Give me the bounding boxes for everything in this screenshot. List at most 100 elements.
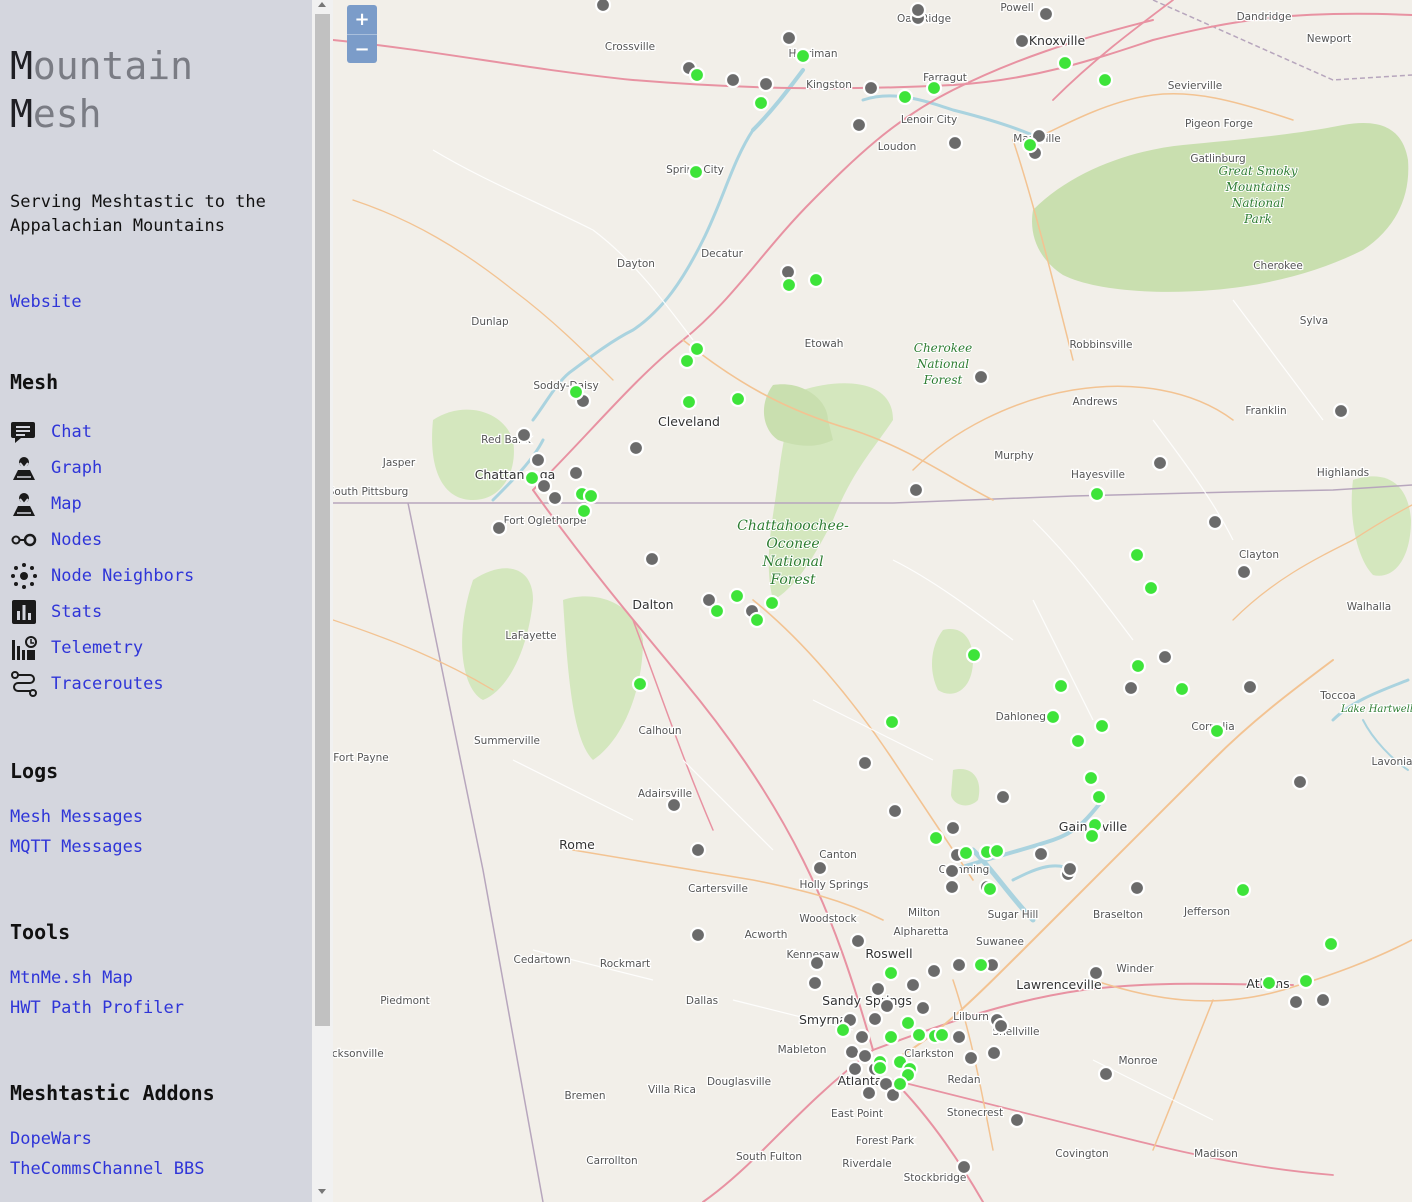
offline-node-marker[interactable] (811, 859, 829, 877)
map-canvas[interactable]: Oak RidgePowellDandridgeNewportCrossvill… (333, 0, 1412, 1202)
online-node-marker[interactable] (1082, 769, 1100, 787)
offline-node-marker[interactable] (1241, 678, 1259, 696)
offline-node-marker[interactable] (914, 999, 932, 1017)
offline-node-marker[interactable] (806, 974, 824, 992)
online-node-marker[interactable] (933, 1026, 951, 1044)
offline-node-marker[interactable] (994, 788, 1012, 806)
online-node-marker[interactable] (582, 487, 600, 505)
offline-node-marker[interactable] (643, 550, 661, 568)
offline-node-marker[interactable] (1314, 991, 1332, 1009)
offline-node-marker[interactable] (886, 802, 904, 820)
offline-node-marker[interactable] (849, 932, 867, 950)
online-node-marker[interactable] (927, 829, 945, 847)
nav-item-chat[interactable]: Chat (10, 414, 194, 450)
offline-node-marker[interactable] (1097, 1065, 1115, 1083)
offline-node-marker[interactable] (780, 29, 798, 47)
online-node-marker[interactable] (957, 844, 975, 862)
offline-node-marker[interactable] (856, 1047, 874, 1065)
offline-node-marker[interactable] (992, 1017, 1010, 1035)
online-node-marker[interactable] (680, 393, 698, 411)
online-node-marker[interactable] (728, 587, 746, 605)
online-node-marker[interactable] (1322, 935, 1340, 953)
offline-node-marker[interactable] (1151, 454, 1169, 472)
online-node-marker[interactable] (1069, 732, 1087, 750)
nav-item-nodes[interactable]: Nodes (10, 522, 194, 558)
sidebar-scrollbar[interactable] (312, 0, 333, 1202)
online-node-marker[interactable] (1142, 579, 1160, 597)
thecommschannel-bbs-link[interactable]: TheCommsChannel BBS (10, 1154, 204, 1184)
online-node-marker[interactable] (972, 956, 990, 974)
offline-node-marker[interactable] (846, 1060, 864, 1078)
nav-item-traceroutes[interactable]: Traceroutes (10, 666, 194, 702)
online-node-marker[interactable] (925, 79, 943, 97)
offline-node-marker[interactable] (985, 1044, 1003, 1062)
offline-node-marker[interactable] (860, 1084, 878, 1102)
nav-item-node-neighbors[interactable]: Node Neighbors (10, 558, 194, 594)
offline-node-marker[interactable] (862, 79, 880, 97)
online-node-marker[interactable] (752, 94, 770, 112)
online-node-marker[interactable] (1056, 54, 1074, 72)
zoom-out-button[interactable]: − (347, 34, 377, 63)
offline-node-marker[interactable] (856, 754, 874, 772)
offline-node-marker[interactable] (943, 862, 961, 880)
online-node-marker[interactable] (631, 675, 649, 693)
offline-node-marker[interactable] (529, 451, 547, 469)
offline-node-marker[interactable] (689, 926, 707, 944)
online-node-marker[interactable] (981, 880, 999, 898)
offline-node-marker[interactable] (853, 1028, 871, 1046)
online-node-marker[interactable] (1208, 722, 1226, 740)
offline-node-marker[interactable] (627, 439, 645, 457)
offline-node-marker[interactable] (1122, 679, 1140, 697)
offline-node-marker[interactable] (1032, 845, 1050, 863)
mqtt-messages-link[interactable]: MQTT Messages (10, 832, 143, 862)
online-node-marker[interactable] (780, 276, 798, 294)
online-node-marker[interactable] (1129, 657, 1147, 675)
online-node-marker[interactable] (678, 352, 696, 370)
offline-node-marker[interactable] (1291, 773, 1309, 791)
offline-node-marker[interactable] (1037, 5, 1055, 23)
online-node-marker[interactable] (988, 842, 1006, 860)
online-node-marker[interactable] (1173, 680, 1191, 698)
hwt-path-profiler-link[interactable]: HWT Path Profiler (10, 993, 184, 1023)
online-node-marker[interactable] (1052, 677, 1070, 695)
online-node-marker[interactable] (834, 1021, 852, 1039)
offline-node-marker[interactable] (909, 1, 927, 19)
online-node-marker[interactable] (794, 47, 812, 65)
offline-node-marker[interactable] (1332, 402, 1350, 420)
offline-node-marker[interactable] (1061, 860, 1079, 878)
scroll-up-arrow-icon[interactable] (318, 2, 326, 7)
offline-node-marker[interactable] (724, 71, 742, 89)
online-node-marker[interactable] (899, 1014, 917, 1032)
online-node-marker[interactable] (1096, 71, 1114, 89)
offline-node-marker[interactable] (866, 1010, 884, 1028)
offline-node-marker[interactable] (515, 426, 533, 444)
offline-node-marker[interactable] (950, 956, 968, 974)
online-node-marker[interactable] (910, 1026, 928, 1044)
online-node-marker[interactable] (1021, 136, 1039, 154)
online-node-marker[interactable] (708, 602, 726, 620)
offline-node-marker[interactable] (1235, 563, 1253, 581)
offline-node-marker[interactable] (490, 519, 508, 537)
nav-item-telemetry[interactable]: Telemetry (10, 630, 194, 666)
online-node-marker[interactable] (883, 713, 901, 731)
offline-node-marker[interactable] (1087, 964, 1105, 982)
zoom-in-button[interactable]: + (347, 5, 377, 34)
online-node-marker[interactable] (807, 271, 825, 289)
offline-node-marker[interactable] (1008, 1111, 1026, 1129)
offline-node-marker[interactable] (567, 464, 585, 482)
online-node-marker[interactable] (523, 469, 541, 487)
offline-node-marker[interactable] (972, 368, 990, 386)
online-node-marker[interactable] (1083, 827, 1101, 845)
scrollbar-thumb[interactable] (315, 14, 330, 1026)
online-node-marker[interactable] (882, 1028, 900, 1046)
offline-node-marker[interactable] (946, 134, 964, 152)
online-node-marker[interactable] (1088, 485, 1106, 503)
offline-node-marker[interactable] (950, 1028, 968, 1046)
online-node-marker[interactable] (1044, 708, 1062, 726)
online-node-marker[interactable] (1297, 972, 1315, 990)
online-node-marker[interactable] (1234, 881, 1252, 899)
online-node-marker[interactable] (748, 611, 766, 629)
offline-node-marker[interactable] (944, 819, 962, 837)
offline-node-marker[interactable] (689, 841, 707, 859)
offline-node-marker[interactable] (1206, 513, 1224, 531)
